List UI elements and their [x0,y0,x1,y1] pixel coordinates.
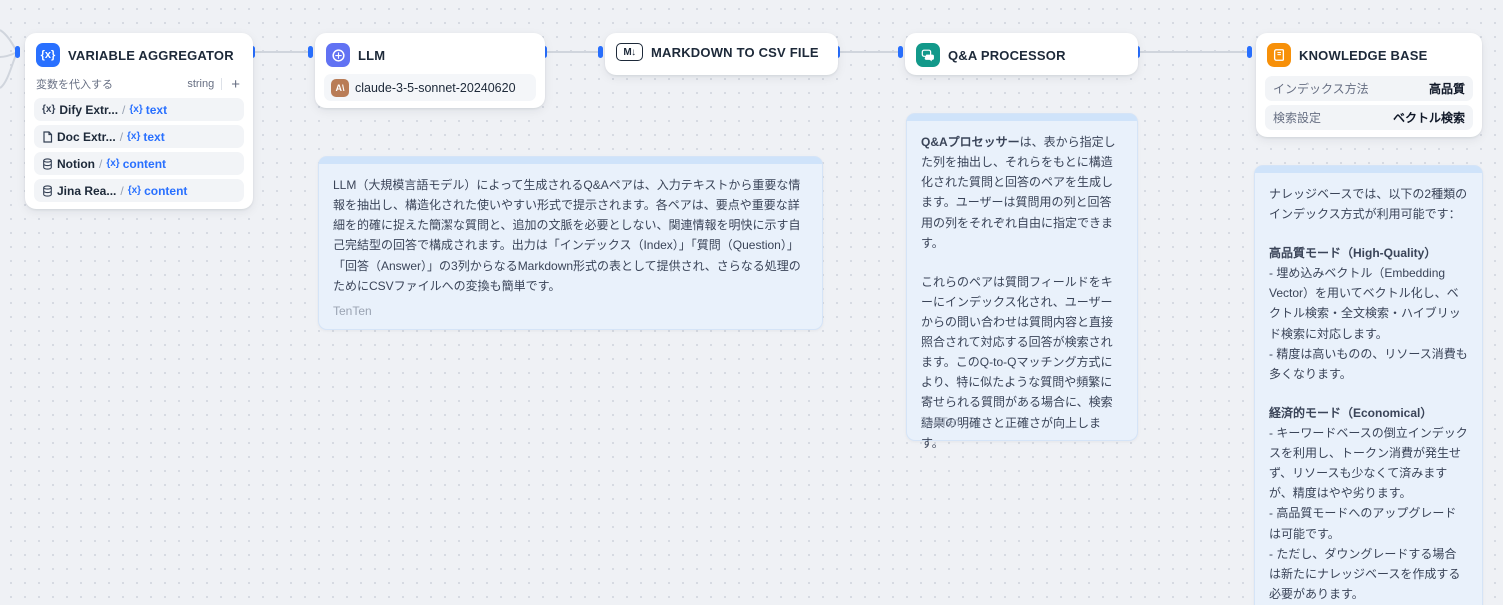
variable-row: {x} Dify Extr... / {x}text [34,98,244,121]
workflow-canvas[interactable]: {x} VARIABLE AGGREGATOR 変数を代入する string +… [0,0,1503,605]
markdown-icon: M↓ [616,43,643,61]
assign-variables-label: 変数を代入する [36,76,113,92]
kb-index-method-row: インデックス方法 高品質 [1265,76,1473,101]
variable-row: Doc Extr... / {x}text [34,125,244,148]
node-llm[interactable]: LLM A\ claude-3-5-sonnet-20240620 [315,33,545,108]
note-header-strip [319,157,822,164]
node-header: Q&A PROCESSOR [914,40,1129,72]
edge-incoming-1 [0,30,17,51]
note-llm[interactable]: LLM（大規模言語モデル）によって生成されるQ&Aペアは、入力テキストから重要な… [318,156,823,330]
note-text: 経済的モード（Economical） - キーワードベースの倒立インデックスを利… [1269,403,1468,605]
note-author: TenTen [921,415,960,429]
node-header: KNOWLEDGE BASE [1265,40,1473,72]
variable-icon: {x} [128,185,141,196]
edge-incoming-3 [0,54,17,88]
output-type-badge: string [187,78,214,90]
note-header-strip [1255,166,1482,173]
database-icon [42,158,53,170]
node-markdown-to-csv[interactable]: M↓ MARKDOWN TO CSV FILE [605,33,838,75]
note-qa-processor[interactable]: Q&Aプロセッサーは、表から指定した列を抽出し、それらをもとに構造化された質問と… [906,113,1138,441]
node-title: Q&A PROCESSOR [948,48,1066,63]
port-in-llm[interactable] [308,46,313,58]
port-in-markdown-to-csv[interactable] [598,46,603,58]
port-in-knowledge-base[interactable] [1247,46,1252,58]
port-in-variable-aggregator[interactable] [15,46,20,58]
note-text: ナレッジベースでは、以下の2種類のインデックス方式が利用可能です： [1269,184,1468,224]
variable-row: Jina Rea... / {x}content [34,179,244,202]
node-title: MARKDOWN TO CSV FILE [651,45,819,60]
variable-icon: {x} [127,131,140,142]
node-qa-processor[interactable]: Q&A PROCESSOR [905,33,1138,75]
variable-icon: {x} [106,158,119,169]
node-variable-aggregator[interactable]: {x} VARIABLE AGGREGATOR 変数を代入する string +… [25,33,253,209]
add-variable-button[interactable]: + [229,77,242,92]
node-header: M↓ MARKDOWN TO CSV FILE [614,40,829,66]
model-selector[interactable]: A\ claude-3-5-sonnet-20240620 [324,74,536,101]
llm-icon [326,43,350,67]
note-header-strip [907,114,1137,121]
note-knowledge-base[interactable]: ナレッジベースでは、以下の2種類のインデックス方式が利用可能です： 高品質モード… [1254,165,1483,605]
node-title: KNOWLEDGE BASE [1299,48,1427,63]
node-knowledge-base[interactable]: KNOWLEDGE BASE インデックス方法 高品質 検索設定 ベクトル検索 [1256,33,1482,137]
variable-icon: {x} [129,104,142,115]
node-header: {x} VARIABLE AGGREGATOR [34,40,244,72]
node-title: LLM [358,48,385,63]
book-icon [1267,43,1291,67]
anthropic-icon: A\ [331,79,349,97]
database-icon [42,185,53,197]
note-text: 高品質モード（High-Quality） - 埋め込みベクトル（Embeddin… [1269,243,1468,384]
node-header: LLM [324,40,536,72]
chat-bubbles-icon [916,43,940,67]
edge-incoming-2 [0,53,17,58]
variable-aggregator-icon: {x} [36,43,60,67]
port-in-qa-processor[interactable] [898,46,903,58]
node-title: VARIABLE AGGREGATOR [68,48,234,63]
note-text: LLM（大規模言語モデル）によって生成されるQ&Aペアは、入力テキストから重要な… [333,175,808,296]
model-name: claude-3-5-sonnet-20240620 [355,81,516,95]
braces-x-icon: {x} [42,104,55,115]
kb-search-setting-row: 検索設定 ベクトル検索 [1265,105,1473,130]
variable-row: Notion / {x}content [34,152,244,175]
divider [221,78,222,90]
document-icon [42,131,53,143]
note-text: Q&Aプロセッサーは、表から指定した列を抽出し、それらをもとに構造化された質問と… [921,132,1123,253]
note-author: TenTen [333,304,372,318]
